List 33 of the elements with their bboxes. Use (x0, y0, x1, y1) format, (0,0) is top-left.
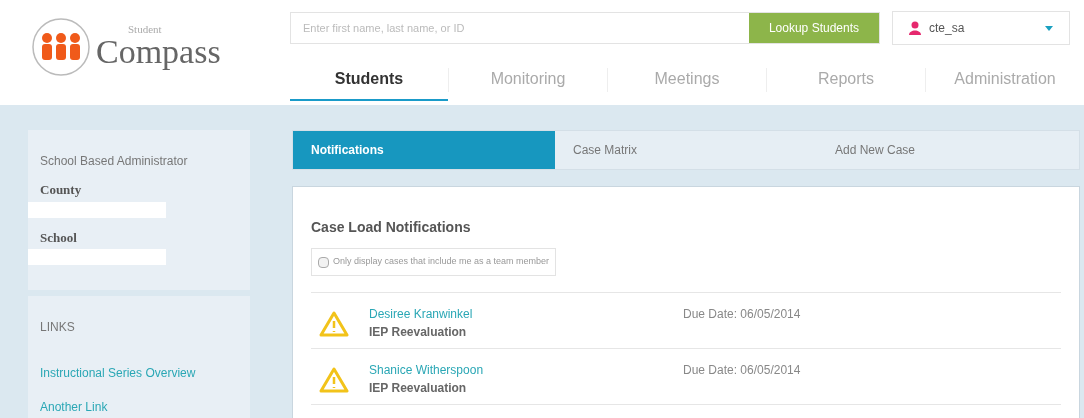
section-tab[interactable]: Add New Case (817, 131, 1079, 169)
field-label: County (39, 181, 83, 199)
due-date: Due Date: 06/05/2014 (683, 306, 801, 323)
section-tab[interactable]: Notifications (293, 131, 555, 169)
warning-icon (319, 367, 349, 393)
section-tab[interactable]: Case Matrix (555, 131, 817, 169)
search-field[interactable]: Enter first name, last name, or ID Lookup Students (290, 12, 880, 44)
nav-tab[interactable]: Administration (926, 59, 1084, 101)
filter-checkbox[interactable] (318, 256, 329, 268)
nav-tab[interactable]: Meetings (608, 59, 766, 101)
nav-tab[interactable]: Monitoring (449, 59, 607, 101)
logo-icon (30, 15, 92, 78)
warning-icon (319, 311, 349, 337)
links-heading: LINKS (40, 319, 76, 336)
nav-tab[interactable]: Students (290, 59, 448, 101)
field-label: School (39, 228, 78, 247)
user-dropdown[interactable]: cte_sa (892, 11, 1070, 45)
case-type: IEP Reevaluation (369, 380, 468, 397)
student-link[interactable]: Shanice Witherspoon (369, 361, 683, 379)
sidebar-link[interactable]: Instructional Series Overview (40, 364, 250, 382)
team-member-filter[interactable]: Only display cases that include me as a team member (311, 248, 557, 276)
case-type: IEP Reevaluation (369, 324, 468, 341)
sidebar-link[interactable]: Another Link (40, 398, 250, 416)
lookup-students-button[interactable]: Lookup Students (748, 13, 879, 43)
caret-icon (1045, 25, 1053, 31)
panel-title: Case Load Notifications (311, 218, 472, 237)
due-date: Due Date: 06/05/2014 (683, 362, 801, 379)
student-link[interactable]: Desiree Kranwinkel (369, 305, 683, 323)
person-icon (909, 21, 921, 35)
logo-subtitle: Student (128, 24, 163, 35)
nav-tab[interactable]: Reports (767, 59, 925, 101)
logo-title: Compass (96, 35, 221, 69)
role-label: School Based Administrator (39, 153, 189, 170)
